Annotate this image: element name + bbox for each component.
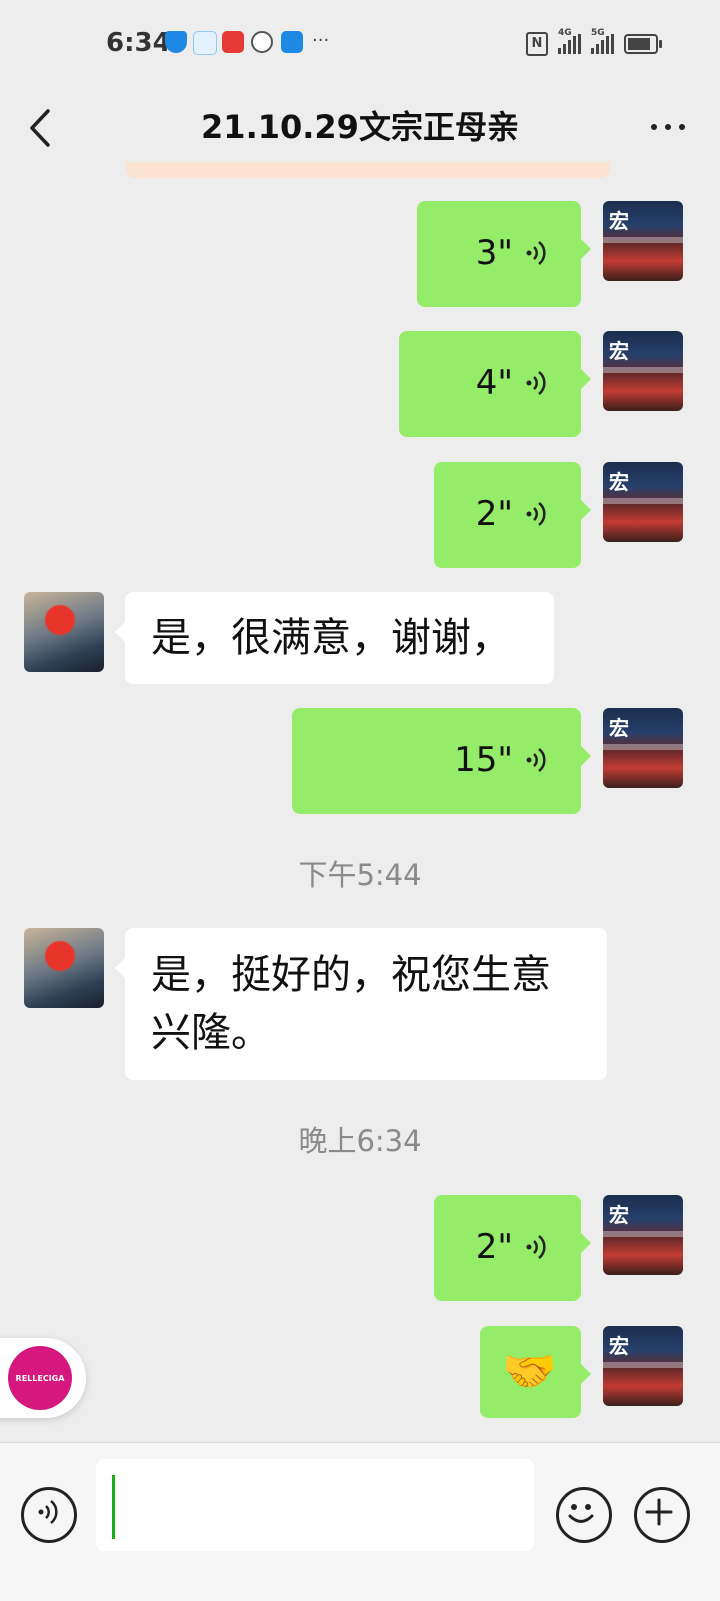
floating-app-badge[interactable]: RELLECIGA: [0, 1338, 86, 1418]
voice-bubble[interactable]: 2": [434, 462, 591, 568]
voice-bubble[interactable]: 4": [399, 331, 591, 437]
voice-input-button[interactable]: [21, 1487, 77, 1543]
handshake-emoji: 🤝: [502, 1346, 557, 1397]
input-bar: [0, 1442, 720, 1601]
chat-header: 21.10.29文宗正母亲: [0, 88, 720, 168]
status-bar: 6:34 ··· N 4G 5G: [0, 0, 720, 88]
avatar-self[interactable]: 宏: [603, 462, 683, 542]
text-bubble[interactable]: 是，挺好的，祝您生意兴隆。: [115, 928, 607, 1080]
message-input[interactable]: [96, 1459, 534, 1551]
timestamp: 晚上6:34: [298, 1124, 422, 1158]
avatar-self[interactable]: 宏: [603, 201, 683, 281]
avatar-contact[interactable]: [24, 928, 104, 1008]
timestamp: 下午5:44: [298, 858, 422, 892]
plus-icon: [645, 1498, 673, 1526]
battery-icon: [624, 34, 662, 54]
more-button[interactable]: [646, 112, 690, 142]
plus-button[interactable]: [634, 1487, 690, 1543]
voice-duration: 3": [475, 233, 513, 273]
emoji-bubble[interactable]: 🤝: [480, 1326, 591, 1418]
more-dots-icon: [651, 124, 685, 130]
nfc-icon: N: [526, 32, 548, 56]
voice-wave-icon: [526, 502, 546, 526]
pinned-banner-edge: [126, 162, 610, 178]
cloud-app-icon: [281, 31, 303, 53]
voice-wave-icon: [526, 371, 546, 395]
avatar-contact[interactable]: [24, 592, 104, 672]
text-bubble[interactable]: 是，很满意，谢谢，: [115, 592, 554, 684]
voice-duration: 4": [475, 363, 513, 403]
emoji-button[interactable]: [556, 1487, 612, 1543]
avatar-self[interactable]: 宏: [603, 1326, 683, 1406]
text-cursor: [112, 1475, 115, 1539]
voice-input-icon: [38, 1500, 58, 1524]
voice-bubble[interactable]: 15": [292, 708, 591, 814]
voice-bubble[interactable]: 2": [434, 1195, 591, 1301]
red-app-icon: [222, 31, 244, 53]
voice-bubble[interactable]: 3": [417, 201, 591, 307]
brand-logo-icon: RELLECIGA: [8, 1346, 72, 1410]
penguin-app-icon: [193, 31, 217, 55]
voice-wave-icon: [526, 748, 546, 772]
status-icons: N 4G 5G: [526, 28, 662, 56]
voice-duration: 2": [475, 1227, 513, 1267]
emoji-icon: [568, 1504, 594, 1523]
signal-4g-icon: 4G: [558, 28, 581, 54]
signal-5g-icon: 5G: [591, 28, 614, 54]
chat-title: 21.10.29文宗正母亲: [201, 108, 519, 146]
avatar-self[interactable]: 宏: [603, 1195, 683, 1275]
voice-duration: 2": [475, 494, 513, 534]
hand-app-icon: [251, 31, 273, 53]
shield-app-icon: [165, 31, 187, 53]
voice-wave-icon: [526, 1235, 546, 1259]
voice-wave-icon: [526, 241, 546, 265]
voice-duration: 15": [454, 740, 513, 780]
avatar-self[interactable]: 宏: [603, 708, 683, 788]
status-time: 6:34: [106, 28, 171, 58]
more-notifications-indicator: ···: [312, 30, 330, 51]
avatar-self[interactable]: 宏: [603, 331, 683, 411]
